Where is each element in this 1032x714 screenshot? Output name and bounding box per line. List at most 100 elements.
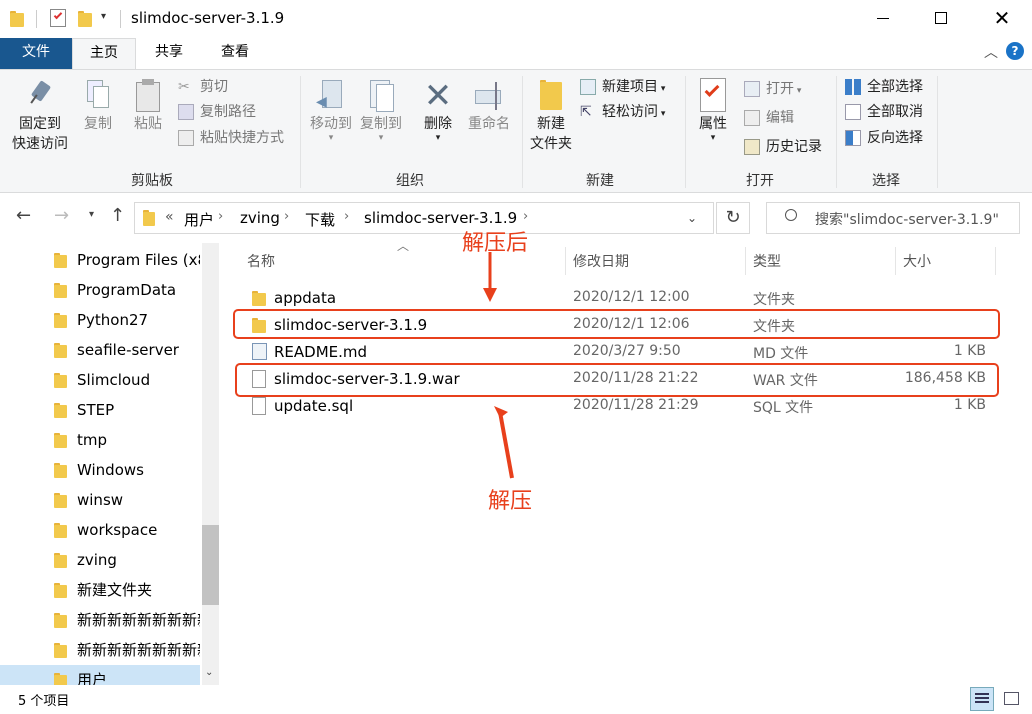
file-row[interactable]: update.sql 2020/11/28 21:29 SQL 文件 1 KB <box>230 393 1000 420</box>
new-item-button[interactable]: 新建项目 ▾ <box>580 76 665 98</box>
file-date: 2020/3/27 9:50 <box>573 343 681 359</box>
chevron-right-icon[interactable]: › <box>344 209 349 224</box>
paste-shortcut-button[interactable]: 粘贴快捷方式 <box>178 127 284 149</box>
file-type: 文件夹 <box>753 292 795 308</box>
file-size: 1 KB <box>953 343 986 359</box>
nav-item[interactable]: winsw <box>0 485 200 515</box>
address-history-icon[interactable]: ⌄ <box>687 211 697 225</box>
easy-access-button[interactable]: ⇱ 轻松访问 ▾ <box>580 101 665 123</box>
rename-button[interactable]: 重命名 <box>464 78 514 134</box>
tab-view[interactable]: 查看 <box>206 38 264 69</box>
folder-icon <box>143 210 155 226</box>
copy-to-icon <box>366 78 396 114</box>
folder-icon <box>54 673 67 685</box>
properties-button[interactable]: 属性 ▾ <box>690 78 736 143</box>
refresh-button[interactable]: ↻ <box>716 202 750 234</box>
nav-scrollbar[interactable]: ⌄ <box>202 243 219 685</box>
customize-quick-access-icon[interactable]: ▾ <box>101 11 106 22</box>
search-box[interactable]: 搜索"slimdoc-server-3.1.9" <box>766 202 1020 234</box>
nav-item[interactable]: ProgramData <box>0 275 200 305</box>
nav-item[interactable]: 新新新新新新新新新新 <box>0 635 200 665</box>
copy-path-button[interactable]: 复制路径 <box>178 101 256 123</box>
chevron-right-icon[interactable]: › <box>523 209 528 224</box>
invert-selection-button[interactable]: 反向选择 <box>845 127 923 149</box>
chevron-right-icon[interactable]: › <box>218 209 223 224</box>
tab-share[interactable]: 共享 <box>140 38 198 69</box>
help-icon[interactable]: ? <box>1006 42 1024 60</box>
scroll-thumb[interactable] <box>202 525 219 605</box>
paste-icon <box>134 78 162 114</box>
file-name: README.md <box>274 343 368 361</box>
maximize-button[interactable] <box>918 0 964 36</box>
group-separator <box>836 76 837 188</box>
address-bar[interactable]: « 用户 › zving › 下载 › slimdoc-server-3.1.9… <box>134 202 714 234</box>
select-none-icon <box>845 104 861 120</box>
back-button[interactable]: ← <box>16 205 31 226</box>
nav-item[interactable]: 新新新新新新新新新新 <box>0 605 200 635</box>
tab-file[interactable]: 文件 <box>0 38 72 69</box>
open-icon <box>744 81 760 97</box>
column-header-size[interactable]: 大小 <box>903 251 931 271</box>
folder-icon <box>54 373 67 388</box>
cut-button[interactable]: ✂ 剪切 <box>178 76 228 98</box>
close-button[interactable]: ✕ <box>976 0 1028 36</box>
new-folder-button[interactable]: 新建 文件夹 <box>526 78 576 154</box>
nav-item[interactable]: STEP <box>0 395 200 425</box>
details-view-icon[interactable] <box>970 687 994 711</box>
breadcrumb-overflow[interactable]: « <box>165 209 174 225</box>
history-button[interactable]: 历史记录 <box>744 136 822 158</box>
breadcrumb-users[interactable]: 用户 <box>184 209 214 230</box>
file-row[interactable]: README.md 2020/3/27 9:50 MD 文件 1 KB <box>230 339 1000 366</box>
nav-item[interactable]: Slimcloud <box>0 365 200 395</box>
breadcrumb-downloads[interactable]: 下载 <box>305 209 335 230</box>
properties-icon <box>698 78 728 114</box>
column-header-name[interactable]: 名称 <box>247 251 275 271</box>
nav-item[interactable]: 用户 <box>0 665 200 685</box>
folder-icon <box>54 283 67 298</box>
file-row[interactable]: appdata 2020/12/1 12:00 文件夹 <box>230 285 1000 312</box>
folder-icon <box>54 493 67 508</box>
chevron-right-icon[interactable]: › <box>284 209 289 224</box>
tab-home[interactable]: 主页 <box>72 38 136 70</box>
collapse-ribbon-icon[interactable]: ︿ <box>984 42 998 62</box>
new-folder-quick-icon[interactable] <box>78 11 92 27</box>
nav-item[interactable]: 新建文件夹 <box>0 575 200 605</box>
column-divider <box>895 247 896 275</box>
minimize-button[interactable] <box>860 0 906 36</box>
copy-button[interactable]: 复制 <box>80 78 116 134</box>
file-size: 1 KB <box>953 397 986 413</box>
forward-button[interactable]: → <box>54 205 69 226</box>
group-label-open: 打开 <box>746 173 774 189</box>
nav-item[interactable]: tmp <box>0 425 200 455</box>
file-name: appdata <box>274 289 337 307</box>
up-button[interactable]: ↑ <box>110 205 125 226</box>
nav-item[interactable]: Program Files (x86) <box>0 245 200 275</box>
navigation-pane[interactable]: Program Files (x86) ProgramData Python27… <box>0 243 220 685</box>
group-separator <box>937 76 938 188</box>
nav-item[interactable]: seafile-server <box>0 335 200 365</box>
column-header-date[interactable]: 修改日期 <box>573 251 629 271</box>
nav-item[interactable]: workspace <box>0 515 200 545</box>
delete-button[interactable]: ✕ 删除 ▾ <box>416 78 460 143</box>
scroll-down-icon[interactable]: ⌄ <box>205 667 213 678</box>
recent-locations-icon[interactable]: ▾ <box>89 209 94 220</box>
paste-button[interactable]: 粘贴 <box>128 78 168 134</box>
pin-to-quick-access-button[interactable]: 固定到 快速访问 <box>6 78 74 154</box>
nav-item[interactable]: Windows <box>0 455 200 485</box>
folder-icon <box>54 613 67 628</box>
select-none-button[interactable]: 全部取消 <box>845 101 923 123</box>
copy-to-button[interactable]: 复制到 ▾ <box>356 78 406 143</box>
nav-item[interactable]: Python27 <box>0 305 200 335</box>
open-button[interactable]: 打开 ▾ <box>744 78 801 100</box>
window-title: slimdoc-server-3.1.9 <box>131 9 285 27</box>
edit-button[interactable]: 编辑 <box>744 107 794 129</box>
breadcrumb-zving[interactable]: zving <box>240 209 280 227</box>
properties-quick-icon[interactable] <box>50 9 66 27</box>
column-header-type[interactable]: 类型 <box>753 251 781 271</box>
select-all-button[interactable]: 全部选择 <box>845 76 923 98</box>
nav-item[interactable]: zving <box>0 545 200 575</box>
move-to-button[interactable]: ◀ 移动到 ▾ <box>306 78 356 143</box>
large-icons-view-icon[interactable] <box>1000 687 1024 711</box>
copy-path-icon <box>178 104 194 120</box>
pin-label-line1: 固定到 <box>19 116 61 132</box>
